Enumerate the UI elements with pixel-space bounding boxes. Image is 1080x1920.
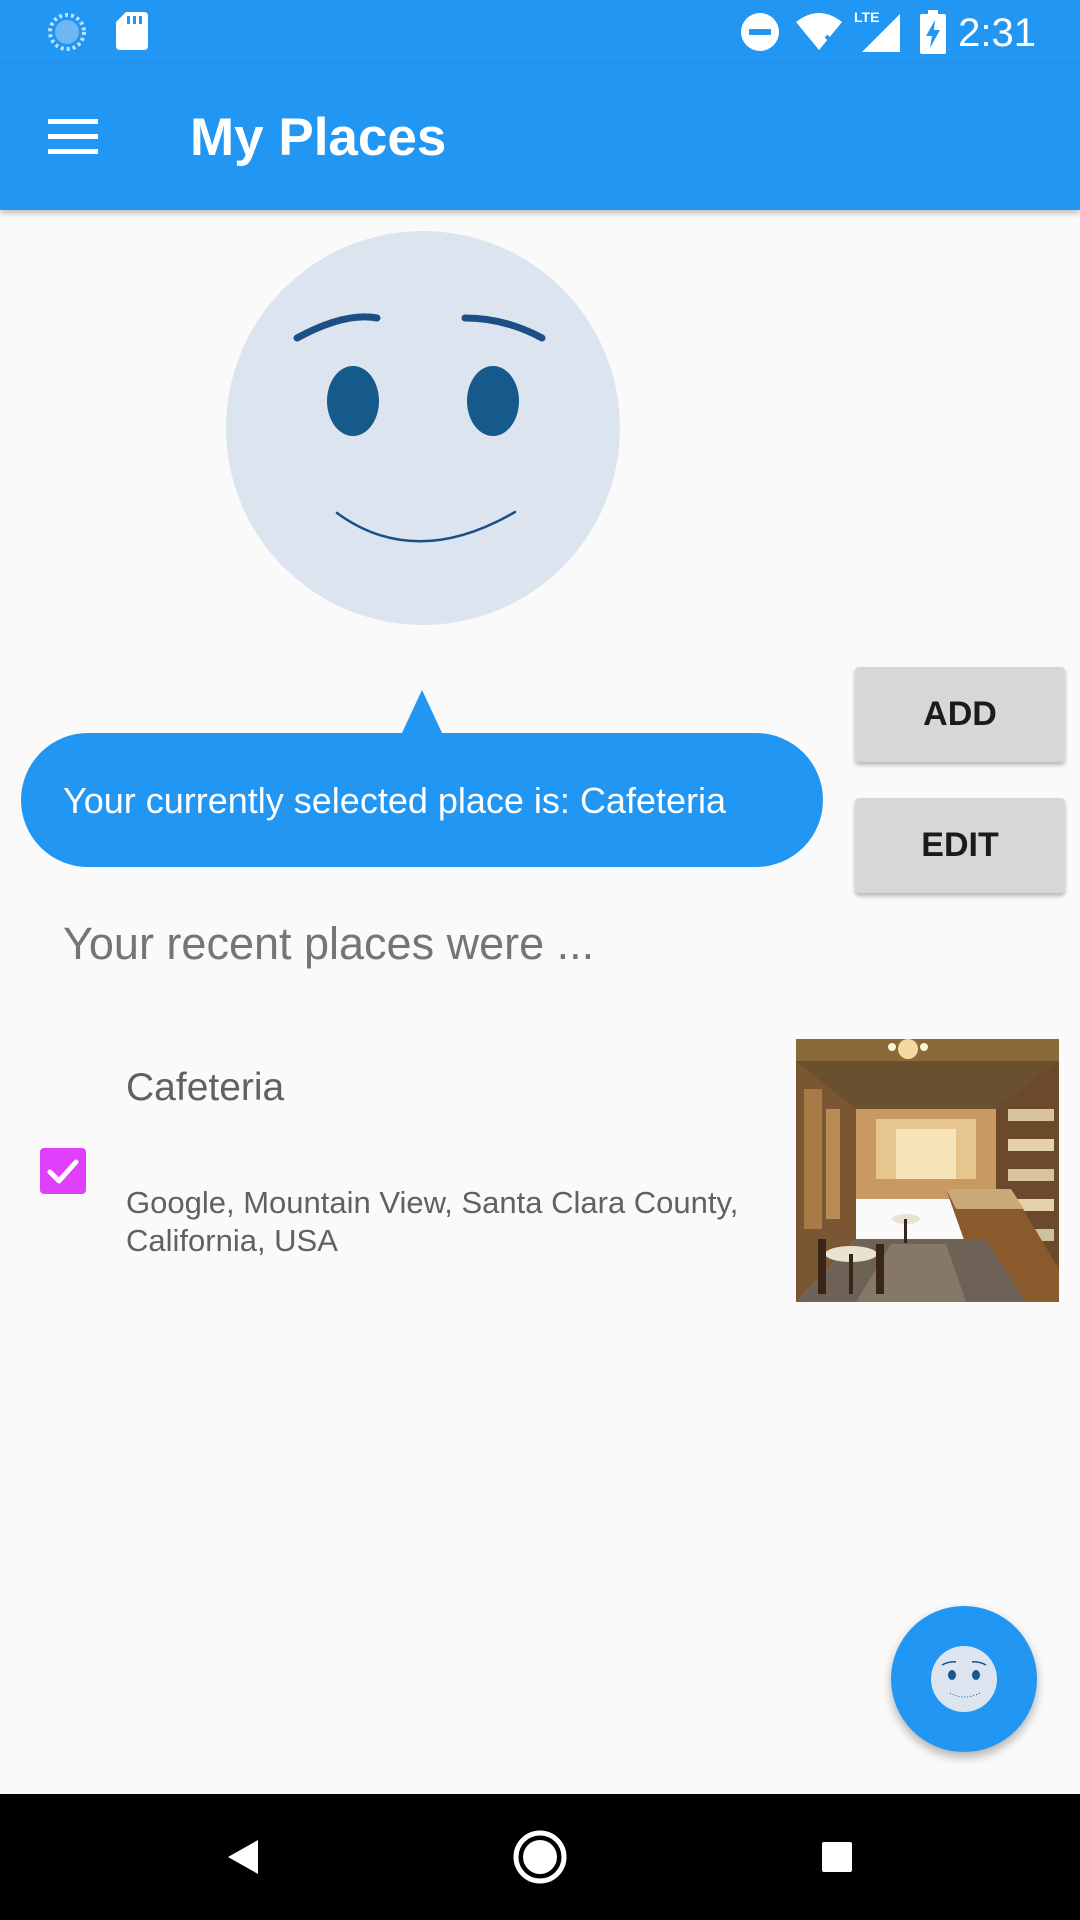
list-item[interactable]: Cafeteria Google, Mountain View, Santa C…	[0, 1030, 1080, 1310]
edit-button[interactable]: EDIT	[855, 798, 1065, 893]
place-checkbox[interactable]	[40, 1148, 86, 1194]
sync-icon	[48, 13, 86, 51]
back-triangle-icon[interactable]	[206, 1822, 276, 1892]
lte-label: LTE	[854, 9, 879, 25]
speech-bubble: Your currently selected place is: Cafete…	[21, 733, 823, 867]
navigation-bar	[0, 1794, 1080, 1920]
wifi-icon	[796, 13, 842, 50]
place-name: Cafeteria	[126, 1066, 285, 1109]
battery-charging-icon	[920, 10, 946, 54]
lte-signal-icon: LTE	[854, 9, 900, 52]
place-address: Google, Mountain View, Santa Clara Count…	[126, 1185, 739, 1258]
app-bar: My Places	[0, 63, 1080, 210]
smiley-face-icon	[931, 1646, 997, 1712]
recents-square-icon[interactable]	[802, 1822, 872, 1892]
clock: 2:31	[958, 11, 1036, 55]
status-bar: LTE 2:31	[0, 0, 1080, 63]
fab-button[interactable]	[891, 1606, 1037, 1752]
cafeteria-interior-photo[interactable]	[796, 1039, 1059, 1302]
check-icon	[47, 1159, 79, 1184]
hamburger-menu-icon[interactable]	[26, 99, 118, 173]
sd-card-icon	[116, 12, 148, 50]
smiley-face-avatar	[226, 231, 620, 625]
recent-places-heading: Your recent places were ...	[63, 918, 595, 969]
page-title: My Places	[190, 108, 447, 167]
do-not-disturb-icon	[741, 13, 779, 51]
speech-bubble-tail	[401, 690, 443, 735]
selected-place-message: Your currently selected place is: Cafete…	[63, 780, 727, 821]
add-button[interactable]: ADD	[855, 667, 1065, 762]
home-circle-icon[interactable]	[505, 1822, 575, 1892]
